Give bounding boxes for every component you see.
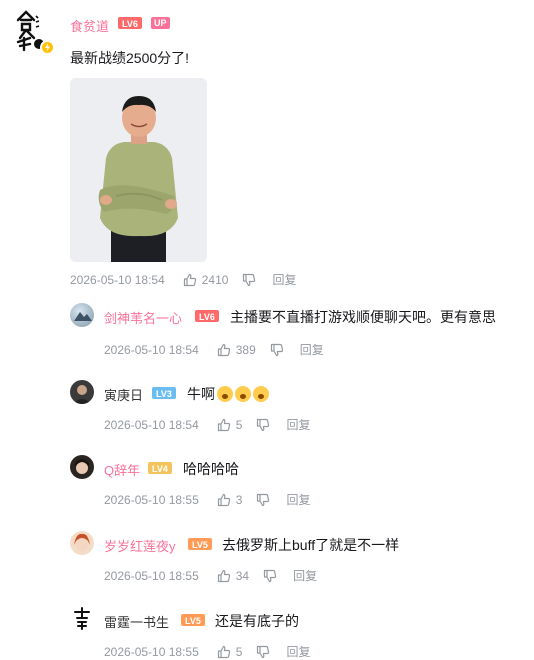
reply-time: 2026-05-10 18:54: [104, 417, 199, 432]
like-button[interactable]: 34: [217, 569, 249, 583]
thumbs-up-icon: [217, 343, 230, 356]
like-count: 34: [235, 568, 250, 583]
post-time: 2026-05-10 18:54: [70, 272, 165, 287]
like-count: 5: [235, 417, 243, 432]
like-button[interactable]: 3: [217, 492, 243, 507]
post-meta: 2026-05-10 18:54 2410 回复: [70, 271, 296, 288]
thumbs-up-icon: [217, 645, 230, 658]
dislike-button[interactable]: [256, 418, 270, 432]
reply-avatar[interactable]: [70, 380, 94, 404]
reply-avatar[interactable]: [70, 531, 94, 555]
reply-text: 还是有底子的: [215, 613, 299, 629]
thumbs-down-icon: [257, 418, 270, 431]
reply-time: 2026-05-10 18:55: [104, 568, 199, 583]
dislike-button[interactable]: [270, 343, 284, 357]
thumbs-up-icon: [217, 418, 230, 431]
redhead-avatar-icon: [74, 533, 90, 551]
reply-author-name[interactable]: Q辞年: [104, 460, 140, 479]
landscape-avatar-icon: [74, 312, 92, 321]
like-button[interactable]: 2410: [183, 272, 229, 287]
thumbs-down-icon: [270, 343, 283, 356]
reply-avatar[interactable]: [70, 303, 94, 327]
shocked-emoji-icon: [235, 386, 251, 402]
reply-text: 主播要不直播打游戏顺便聊天吧。更有意思: [230, 309, 496, 325]
thumbs-down-icon: [257, 493, 270, 506]
dislike-button[interactable]: [242, 273, 256, 287]
thumbs-down-icon: [243, 273, 256, 286]
like-count: 389: [235, 342, 256, 357]
level-badge: LV6: [118, 17, 142, 29]
reply-meta: 2026-05-10 18:55 34 回复: [104, 567, 317, 584]
like-button[interactable]: 389: [217, 343, 256, 357]
man-in-green-sweater-image: [70, 78, 207, 262]
like-count: 3: [235, 492, 243, 507]
reply-author-name[interactable]: 雷霆一书生: [104, 612, 169, 631]
reply-meta: 2026-05-10 18:54 5 回复: [104, 416, 310, 433]
reply-avatar[interactable]: [70, 455, 94, 479]
reply-time: 2026-05-10 18:55: [104, 492, 199, 507]
calligraphy-avatar-icon: [74, 607, 90, 630]
anime-avatar-icon: [75, 459, 89, 474]
reply-button[interactable]: 回复: [286, 416, 310, 433]
reply-button[interactable]: 回复: [286, 491, 310, 508]
dislike-button[interactable]: [263, 569, 277, 583]
reply-avatar[interactable]: [70, 606, 94, 630]
like-button[interactable]: 5: [217, 644, 243, 659]
thumbs-up-icon: [217, 493, 230, 506]
reply-meta: 2026-05-10 18:55 5 回复: [104, 643, 310, 660]
dislike-button[interactable]: [256, 493, 270, 507]
reply-text: 牛啊: [187, 384, 269, 404]
thumbs-down-icon: [264, 569, 277, 582]
reply-author-name[interactable]: 岁岁红莲夜y: [104, 536, 176, 555]
reply-button[interactable]: 回复: [272, 271, 296, 288]
shocked-emoji-icon: [253, 386, 269, 402]
like-count: 2410: [201, 272, 229, 287]
reply-author-name[interactable]: 剑神苇名一心: [104, 308, 182, 327]
reply-button[interactable]: 回复: [286, 643, 310, 660]
post-author-name[interactable]: 食贫道: [70, 16, 109, 35]
like-button[interactable]: 5: [217, 417, 243, 432]
reply-author-name[interactable]: 寅庚日: [104, 385, 143, 404]
post-text: 最新战绩2500分了!: [70, 50, 190, 66]
level-badge: LV3: [152, 387, 176, 399]
reply-time: 2026-05-10 18:54: [104, 342, 199, 357]
thumbs-up-icon: [217, 569, 230, 582]
reply-text: 去俄罗斯上buff了就是不一样: [222, 537, 400, 553]
verified-badge-icon: [40, 40, 55, 55]
reply-button[interactable]: 回复: [293, 567, 317, 584]
shocked-emoji-icon: [217, 386, 233, 402]
thumbs-down-icon: [257, 645, 270, 658]
reply-meta: 2026-05-10 18:54 389 回复: [104, 341, 324, 358]
person-avatar-icon: [73, 385, 91, 404]
level-badge: LV4: [148, 462, 172, 474]
level-badge: LV5: [188, 538, 212, 550]
reply-button[interactable]: 回复: [300, 341, 324, 358]
reply-text-content: 牛啊: [187, 386, 215, 402]
thumbs-up-icon: [183, 273, 196, 286]
level-badge: LV6: [195, 310, 219, 322]
reply-time: 2026-05-10 18:55: [104, 644, 199, 659]
like-count: 5: [235, 644, 243, 659]
reply-text: 哈哈哈哈: [183, 461, 239, 477]
level-badge: LV5: [181, 614, 205, 626]
post-image[interactable]: [70, 78, 207, 262]
dislike-button[interactable]: [256, 645, 270, 659]
up-badge: UP: [151, 17, 170, 29]
reply-meta: 2026-05-10 18:55 3 回复: [104, 491, 310, 508]
